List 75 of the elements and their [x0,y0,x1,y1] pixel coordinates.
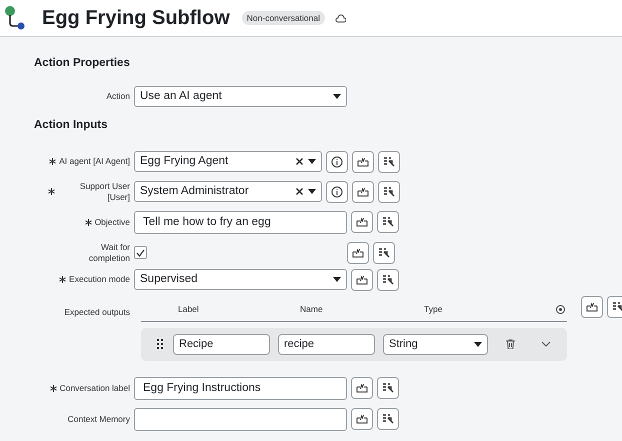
caret-icon [333,94,341,100]
caret-icon [308,159,316,164]
transform-icon [382,382,394,394]
reference-field[interactable]: Egg Frying Agent [134,151,322,172]
drag-handle-icon [157,339,163,349]
data-pill-icon [356,382,368,394]
status-badge: Non-conversational [242,10,325,26]
transform-button[interactable] [377,377,399,399]
text-field[interactable]: recipe [278,334,375,354]
data-pill-icon [586,300,598,312]
clear-icon[interactable] [296,188,303,195]
data-pill-button[interactable] [351,408,373,430]
data-pill-icon [356,274,368,286]
data-pill-button[interactable] [351,268,373,290]
field-label: Action [106,91,130,102]
data-pill-button[interactable] [351,377,373,399]
text-field[interactable]: Tell me how to fry an egg [134,210,347,234]
flow-title: Egg Frying Subflow [42,6,230,31]
field-label: AI agent [AI Agent] [59,156,130,167]
data-pill-icon [357,186,369,198]
transform-icon [382,413,394,425]
select-field[interactable]: Use an AI agent [134,86,347,108]
section-heading: Action Properties [34,56,131,71]
transform-icon [382,274,394,286]
transform-icon [382,216,394,228]
transform-button[interactable] [377,211,399,233]
transform-icon [383,156,395,168]
clear-icon[interactable] [296,158,303,165]
transform-icon [612,300,622,312]
data-pill-button[interactable] [581,296,603,318]
section-heading: Action Inputs [34,118,108,134]
transform-icon [378,246,390,258]
text-field[interactable] [134,408,347,430]
flow-logo-icon [4,5,26,31]
caret-icon [308,189,316,194]
caret-icon [474,342,482,346]
caret-icon [333,277,341,282]
column-header: Type [424,303,444,316]
cloud-icon [335,14,346,22]
chevron-down-icon [541,341,551,347]
data-pill-icon [352,246,364,258]
info-button[interactable] [326,180,348,202]
info-button[interactable] [326,150,348,172]
select-field[interactable]: Supervised [134,269,347,290]
reference-field[interactable]: System Administrator [134,181,322,202]
field-label: Expected outputs [64,306,130,318]
data-pill-button[interactable] [352,150,374,172]
data-pill-button[interactable] [352,180,374,202]
trash-icon [506,339,515,349]
data-pill-button[interactable] [347,242,369,264]
field-label: Support User [User] [78,180,130,202]
text-field[interactable]: Egg Frying Instructions [134,376,347,400]
data-pill-button[interactable] [351,211,373,233]
field-label: Conversation label [60,382,130,394]
field-label: Execution mode [69,274,130,285]
info-icon [331,156,343,168]
transform-button[interactable] [378,150,400,172]
text-field[interactable]: Recipe [173,334,270,354]
transform-button[interactable] [377,408,399,430]
data-pill-icon [357,156,369,168]
data-pill-icon [356,216,368,228]
transform-button[interactable] [373,242,395,264]
field-label: Objective [94,216,130,228]
transform-button[interactable] [378,180,400,202]
transform-icon [383,186,395,198]
column-header: Name [300,303,324,316]
checkbox[interactable] [134,246,147,259]
field-label: Wait for completion [88,242,130,264]
field-label: Context Memory [68,414,130,424]
column-header: Label [178,303,200,316]
select-field[interactable]: String [383,334,488,354]
info-icon [331,186,343,198]
data-pill-icon [356,413,368,425]
check-icon [136,248,145,256]
transform-button[interactable] [377,268,399,290]
